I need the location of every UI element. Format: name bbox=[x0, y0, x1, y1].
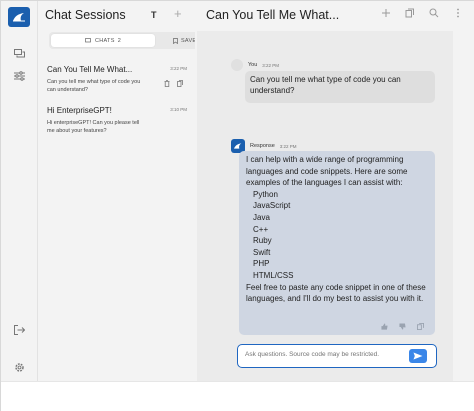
assistant-message: I can help with a wide range of programm… bbox=[239, 151, 435, 335]
sessions-title: Chat Sessions bbox=[45, 8, 126, 22]
plus-icon[interactable] bbox=[381, 8, 391, 18]
language-item: Ruby bbox=[253, 236, 272, 246]
app-window: Chat Sessions T + CHATS 2 SAVED 0 Can Yo… bbox=[0, 0, 474, 411]
delete-icon[interactable] bbox=[164, 80, 170, 87]
user-avatar bbox=[231, 59, 243, 71]
chat-icon bbox=[85, 37, 91, 42]
message-input[interactable] bbox=[245, 351, 405, 358]
chat-icon[interactable] bbox=[13, 48, 25, 60]
copy-icon[interactable] bbox=[417, 323, 424, 330]
t-toggle-button[interactable]: T bbox=[151, 10, 157, 20]
chat-toolbar bbox=[381, 8, 463, 18]
left-rail bbox=[1, 1, 38, 381]
user-message: Can you tell me what type of code you ca… bbox=[245, 71, 435, 103]
chat-title: Can You Tell Me What... bbox=[206, 8, 340, 22]
language-list: Python JavaScript Java C++ Ruby Swift PH… bbox=[246, 189, 428, 282]
language-item: PHP bbox=[253, 259, 270, 269]
session-title: Hi EnterpriseGPT! bbox=[47, 106, 112, 115]
logout-icon[interactable] bbox=[13, 324, 25, 336]
session-item[interactable]: Can You Tell Me What... 3:22 PM Can you … bbox=[47, 65, 187, 94]
message-time: 3:22 PM bbox=[279, 143, 297, 149]
session-item[interactable]: Hi EnterpriseGPT! 3:10 PM Hi enterpriseG… bbox=[47, 106, 187, 135]
copy-icon[interactable] bbox=[177, 80, 183, 87]
new-session-button[interactable]: + bbox=[174, 6, 182, 21]
message-time: 3:22 PM bbox=[262, 62, 280, 68]
logo-icon[interactable] bbox=[8, 7, 30, 27]
send-icon bbox=[413, 352, 423, 360]
session-title: Can You Tell Me What... bbox=[47, 65, 133, 74]
thumbs-down-icon[interactable] bbox=[399, 323, 406, 330]
bottom-strip bbox=[1, 381, 474, 411]
message-author: Response bbox=[250, 143, 275, 149]
more-icon[interactable] bbox=[453, 8, 463, 18]
search-icon[interactable] bbox=[429, 8, 439, 18]
thumbs-up-icon[interactable] bbox=[381, 323, 388, 330]
language-item: Python bbox=[253, 189, 278, 199]
tab-chats[interactable]: CHATS 2 bbox=[51, 34, 155, 47]
language-item: HTML/CSS bbox=[253, 270, 294, 280]
assistant-intro: I can help with a wide range of programm… bbox=[246, 155, 408, 188]
session-preview: Can you tell me what type of code you ca… bbox=[47, 79, 141, 93]
tab-chats-label: CHATS bbox=[94, 37, 115, 44]
user-message-header: You 3:22 PM bbox=[231, 59, 279, 71]
message-author: You bbox=[248, 62, 258, 68]
settings-icon[interactable] bbox=[13, 361, 25, 373]
sliders-icon[interactable] bbox=[13, 70, 25, 82]
session-preview: Hi enterpriseGPT! Can you please tell me… bbox=[47, 120, 140, 134]
bookmark-icon bbox=[173, 37, 178, 44]
language-item: C++ bbox=[253, 224, 269, 234]
session-time: 3:10 PM bbox=[170, 107, 187, 112]
send-button[interactable] bbox=[409, 349, 427, 363]
session-time: 3:22 PM bbox=[170, 66, 187, 71]
tab-chats-count: 2 bbox=[117, 37, 122, 44]
message-composer bbox=[237, 344, 437, 368]
sessions-panel: Chat Sessions T + CHATS 2 SAVED 0 Can Yo… bbox=[39, 1, 225, 381]
message-actions bbox=[381, 323, 424, 330]
language-item: Swift bbox=[253, 247, 271, 257]
copy-icon[interactable] bbox=[405, 8, 415, 18]
language-item: JavaScript bbox=[253, 201, 291, 211]
assistant-outro: Feel free to paste any code snippet in o… bbox=[246, 282, 426, 304]
language-item: Java bbox=[253, 212, 270, 222]
chat-panel: Can You Tell Me What... You 3:22 PM Can … bbox=[195, 1, 474, 381]
